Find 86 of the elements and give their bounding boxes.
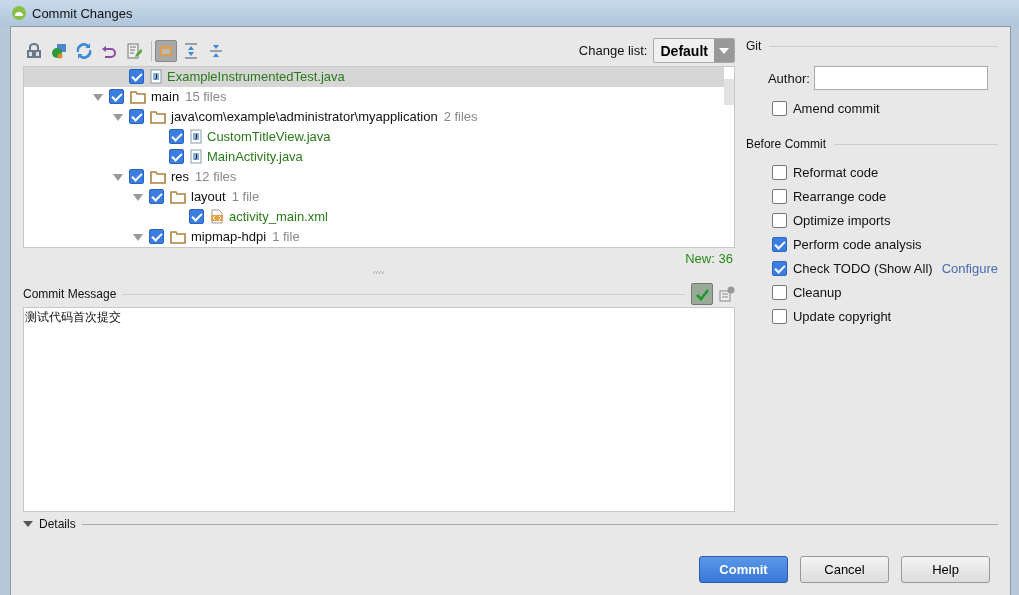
tree-row[interactable]: layout 1 file	[24, 186, 724, 207]
file-name: MainActivity.java	[207, 149, 303, 165]
option-label: Cleanup	[792, 284, 842, 300]
java-file-icon	[150, 69, 162, 85]
tree-row[interactable]: java\com\example\administrator\myapplication 2 files	[24, 106, 724, 127]
details-label[interactable]: Details	[39, 517, 76, 531]
checkbox[interactable]	[109, 89, 124, 105]
checkbox[interactable]	[149, 189, 164, 205]
dialog-button[interactable]: Help	[901, 556, 990, 583]
checkbox[interactable]	[771, 100, 787, 116]
spellcheck-button[interactable]	[690, 283, 713, 306]
change-list-dropdown[interactable]: Default	[653, 38, 735, 64]
section-title: Git	[745, 39, 762, 53]
author-label: Author:	[767, 70, 810, 86]
option-label: Reformat code	[792, 164, 879, 180]
checkbox[interactable]	[149, 229, 164, 245]
file-name: mipmap-hdpi	[191, 229, 267, 245]
tree-row[interactable]: main 15 files	[24, 86, 724, 107]
checkbox[interactable]	[771, 308, 787, 324]
file-name: res	[171, 169, 190, 185]
folder-icon	[150, 109, 166, 124]
option-label: Amend commit	[792, 100, 880, 116]
toolbar-button[interactable]	[155, 39, 177, 62]
checkbox[interactable]	[189, 209, 204, 225]
commit-message-label: Commit Message	[23, 287, 117, 302]
xml-file-icon	[210, 209, 224, 225]
tree-row[interactable]: CustomTitleView.java	[24, 126, 724, 147]
history-icon[interactable]	[718, 286, 735, 303]
collapse-arrow-icon[interactable]	[23, 520, 33, 528]
tree-row[interactable]: res 12 files	[24, 166, 724, 187]
tree-row[interactable]: MainActivity.java	[24, 146, 724, 167]
option-label: Perform code analysis	[792, 236, 922, 252]
file-name: layout	[191, 189, 226, 205]
folder-icon	[130, 89, 146, 104]
file-name: ExampleInstrumentedTest.java	[167, 69, 345, 85]
option-label: Rearrange code	[792, 188, 887, 204]
move-icon	[51, 42, 67, 59]
section-title: Before Commit	[745, 137, 826, 151]
checkbox[interactable]	[771, 212, 787, 228]
folder-icon	[170, 189, 186, 204]
edit-icon	[126, 42, 142, 59]
dialog-button[interactable]: Cancel	[800, 556, 889, 583]
file-count: 1 file	[272, 229, 300, 245]
file-count: 2 files	[443, 109, 478, 125]
checkbox[interactable]	[129, 169, 144, 185]
checkbox[interactable]	[771, 188, 787, 204]
android-icon	[12, 6, 26, 20]
file-name: java\com\example\administrator\myapplication	[171, 109, 438, 125]
file-name: CustomTitleView.java	[207, 129, 331, 145]
commit-message-field[interactable]: 测试代码首次提交	[23, 307, 735, 512]
checkbox[interactable]	[129, 109, 144, 125]
file-count: 1 file	[231, 189, 260, 205]
diff-icon	[26, 42, 42, 59]
option-label: Update copyright	[792, 308, 892, 324]
tree-row[interactable]: activity_main.xml	[24, 206, 724, 227]
collapse-all-icon	[208, 42, 224, 59]
checkbox[interactable]	[771, 260, 787, 276]
tree-row[interactable]: mipmap-hdpi 1 file	[24, 226, 724, 247]
configure-link[interactable]: Configure	[941, 260, 998, 276]
checkbox[interactable]	[771, 236, 787, 252]
scrollbar-thumb[interactable]	[723, 78, 734, 105]
expand-all-icon	[183, 42, 199, 59]
checkbox[interactable]	[771, 284, 787, 300]
folder-icon	[170, 229, 186, 244]
java-file-icon	[190, 149, 202, 165]
dialog-button[interactable]: Commit	[699, 556, 788, 583]
checkbox[interactable]	[169, 129, 184, 145]
file-count: 12 files	[195, 169, 237, 185]
new-count: New: 36	[684, 249, 734, 268]
splitter-handle[interactable]	[371, 269, 386, 275]
folder-icon	[150, 169, 166, 184]
change-list-label: Change list:	[578, 43, 648, 59]
java-file-icon	[190, 129, 202, 145]
file-name: activity_main.xml	[229, 209, 328, 225]
option-label: Check TODO (Show All)	[792, 260, 933, 276]
checkbox[interactable]	[129, 69, 144, 85]
file-name: main	[151, 89, 180, 105]
tree-row[interactable]: ExampleInstrumentedTest.java	[24, 66, 724, 87]
window-title: Commit Changes	[32, 5, 133, 21]
file-count: 15 files	[185, 89, 227, 105]
option-label: Optimize imports	[792, 212, 891, 228]
checkbox[interactable]	[169, 149, 184, 165]
author-field[interactable]	[813, 66, 988, 90]
checkbox[interactable]	[771, 164, 787, 180]
caret-icon	[718, 46, 729, 55]
refresh-icon	[76, 42, 92, 59]
